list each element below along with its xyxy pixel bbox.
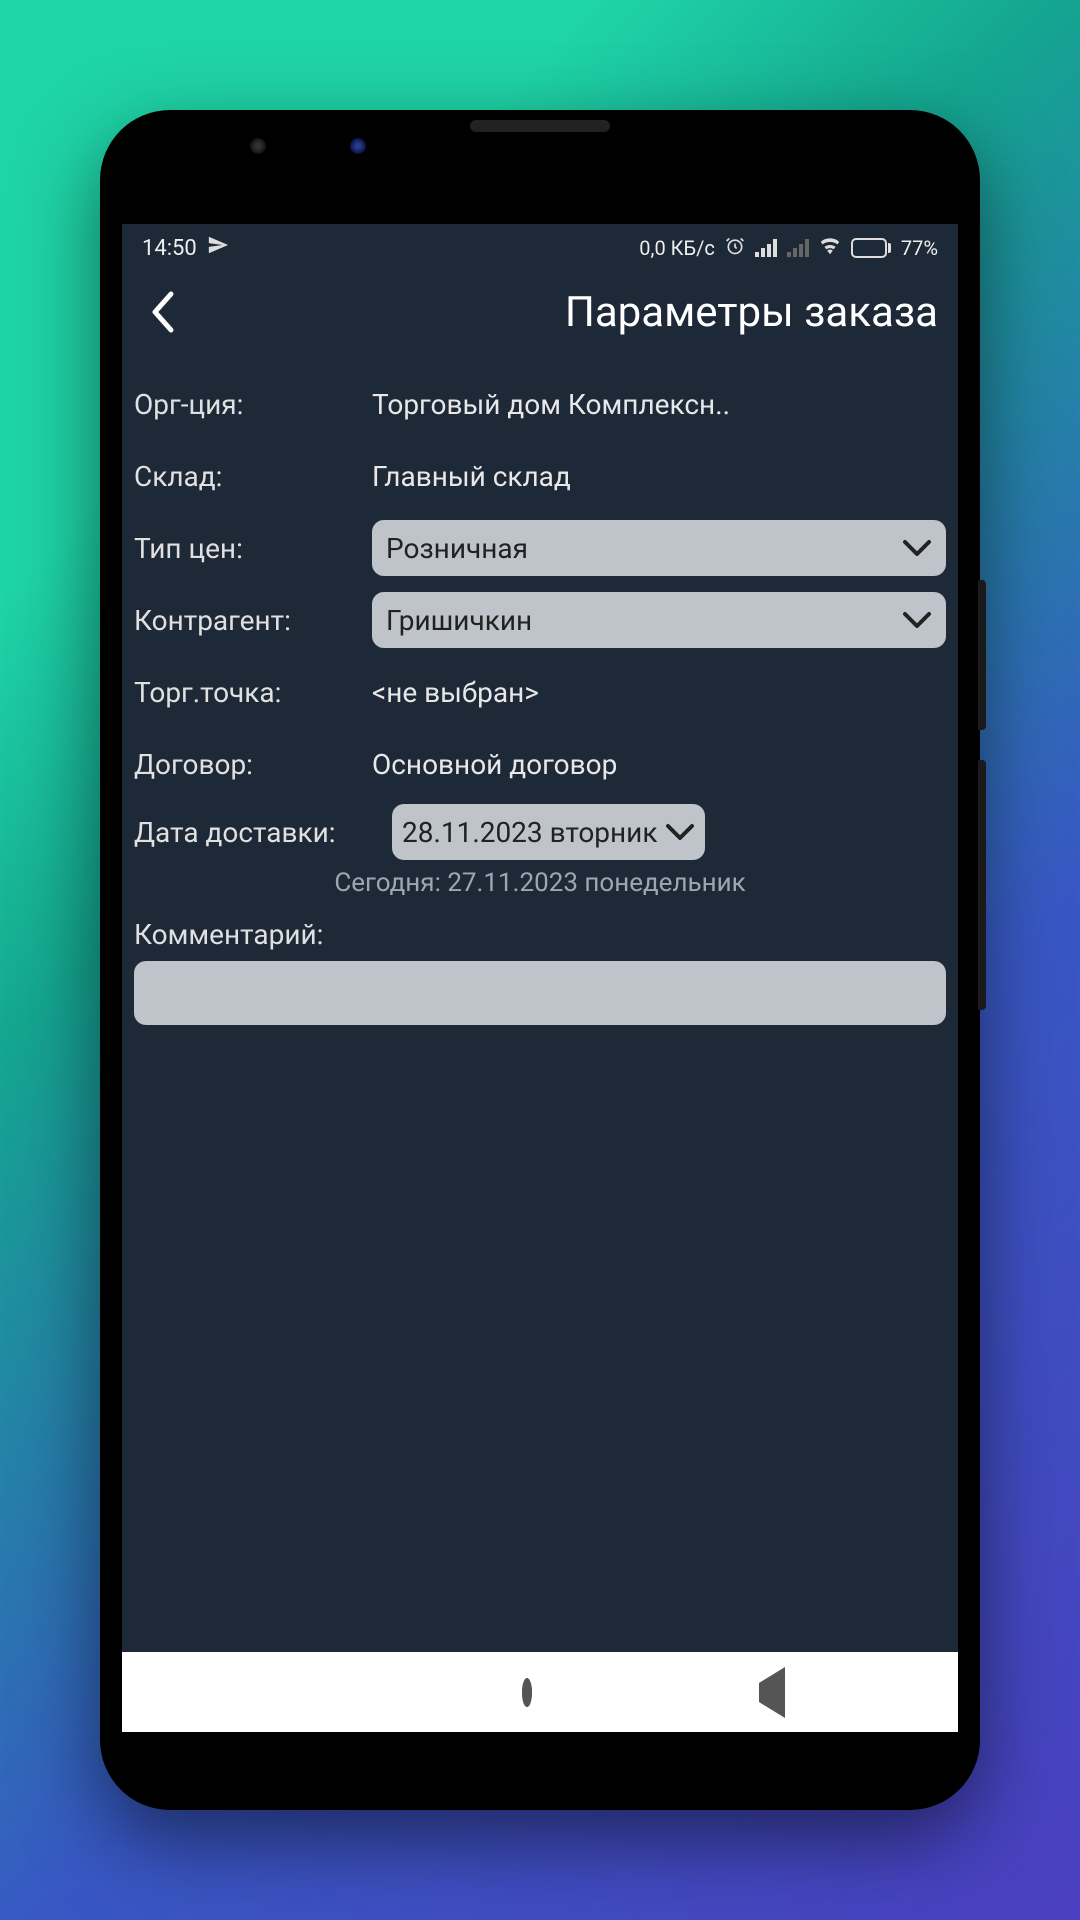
row-tradepoint: Торг.точка: <не выбран> xyxy=(134,656,946,728)
contract-label: Договор: xyxy=(134,748,364,781)
status-time: 14:50 xyxy=(142,236,197,261)
nav-home-button[interactable] xyxy=(522,1683,532,1702)
organization-label: Орг-ция: xyxy=(134,388,364,421)
signal-icon xyxy=(755,239,777,257)
delivery-label: Дата доставки: xyxy=(134,816,384,849)
phone-side-button xyxy=(978,580,986,730)
chevron-down-icon xyxy=(665,816,695,849)
title-bar: Параметры заказа xyxy=(122,272,958,352)
comment-input[interactable] xyxy=(134,961,946,1025)
tradepoint-value[interactable]: <не выбран> xyxy=(372,676,946,709)
row-delivery: Дата доставки: 28.11.2023 вторник xyxy=(134,800,946,864)
status-battery-pct: 77% xyxy=(901,236,938,260)
row-organization: Орг-ция: Торговый дом Комплексн.. xyxy=(134,368,946,440)
warehouse-label: Склад: xyxy=(134,460,364,493)
form-content: Орг-ция: Торговый дом Комплексн.. Склад:… xyxy=(122,352,958,1652)
status-speed: 0,0 КБ/с xyxy=(639,236,715,260)
comment-label: Комментарий: xyxy=(134,914,946,961)
android-nav-bar xyxy=(122,1652,958,1732)
warehouse-value[interactable]: Главный склад xyxy=(372,460,946,493)
phone-side-button xyxy=(978,760,986,1010)
delivery-date-select[interactable]: 28.11.2023 вторник xyxy=(392,804,705,860)
phone-camera-dot xyxy=(250,138,266,154)
counterparty-select[interactable]: Гришичкин xyxy=(372,592,946,648)
organization-value[interactable]: Торговый дом Комплексн.. xyxy=(372,388,946,421)
contract-value[interactable]: Основной договор xyxy=(372,748,946,781)
phone-camera-dot xyxy=(350,138,366,154)
chin-area xyxy=(122,1732,958,1788)
counterparty-label: Контрагент: xyxy=(134,604,364,637)
back-button[interactable] xyxy=(138,282,188,342)
pricetype-value: Розничная xyxy=(386,532,528,565)
pricetype-label: Тип цен: xyxy=(134,532,364,565)
wifi-icon xyxy=(819,236,841,260)
pricetype-select[interactable]: Розничная xyxy=(372,520,946,576)
chevron-down-icon xyxy=(902,604,932,637)
phone-frame: 14:50 0,0 КБ/с xyxy=(100,110,980,1810)
telegram-icon xyxy=(207,234,229,262)
chevron-down-icon xyxy=(902,532,932,565)
page-title: Параметры заказа xyxy=(188,288,942,337)
phone-speaker xyxy=(470,120,610,132)
delivery-value: 28.11.2023 вторник xyxy=(402,816,657,849)
alarm-icon xyxy=(725,236,745,261)
row-pricetype: Тип цен: Розничная xyxy=(134,512,946,584)
signal-icon-dim xyxy=(787,239,809,257)
tradepoint-label: Торг.точка: xyxy=(134,676,364,709)
notch-area xyxy=(122,132,958,224)
row-counterparty: Контрагент: Гришичкин xyxy=(134,584,946,656)
row-contract: Договор: Основной договор xyxy=(134,728,946,800)
counterparty-value: Гришичкин xyxy=(386,604,532,637)
today-line: Сегодня: 27.11.2023 понедельник xyxy=(134,864,946,914)
row-warehouse: Склад: Главный склад xyxy=(134,440,946,512)
battery-icon xyxy=(851,238,891,258)
nav-back-button[interactable] xyxy=(759,1683,785,1702)
status-bar: 14:50 0,0 КБ/с xyxy=(122,224,958,272)
